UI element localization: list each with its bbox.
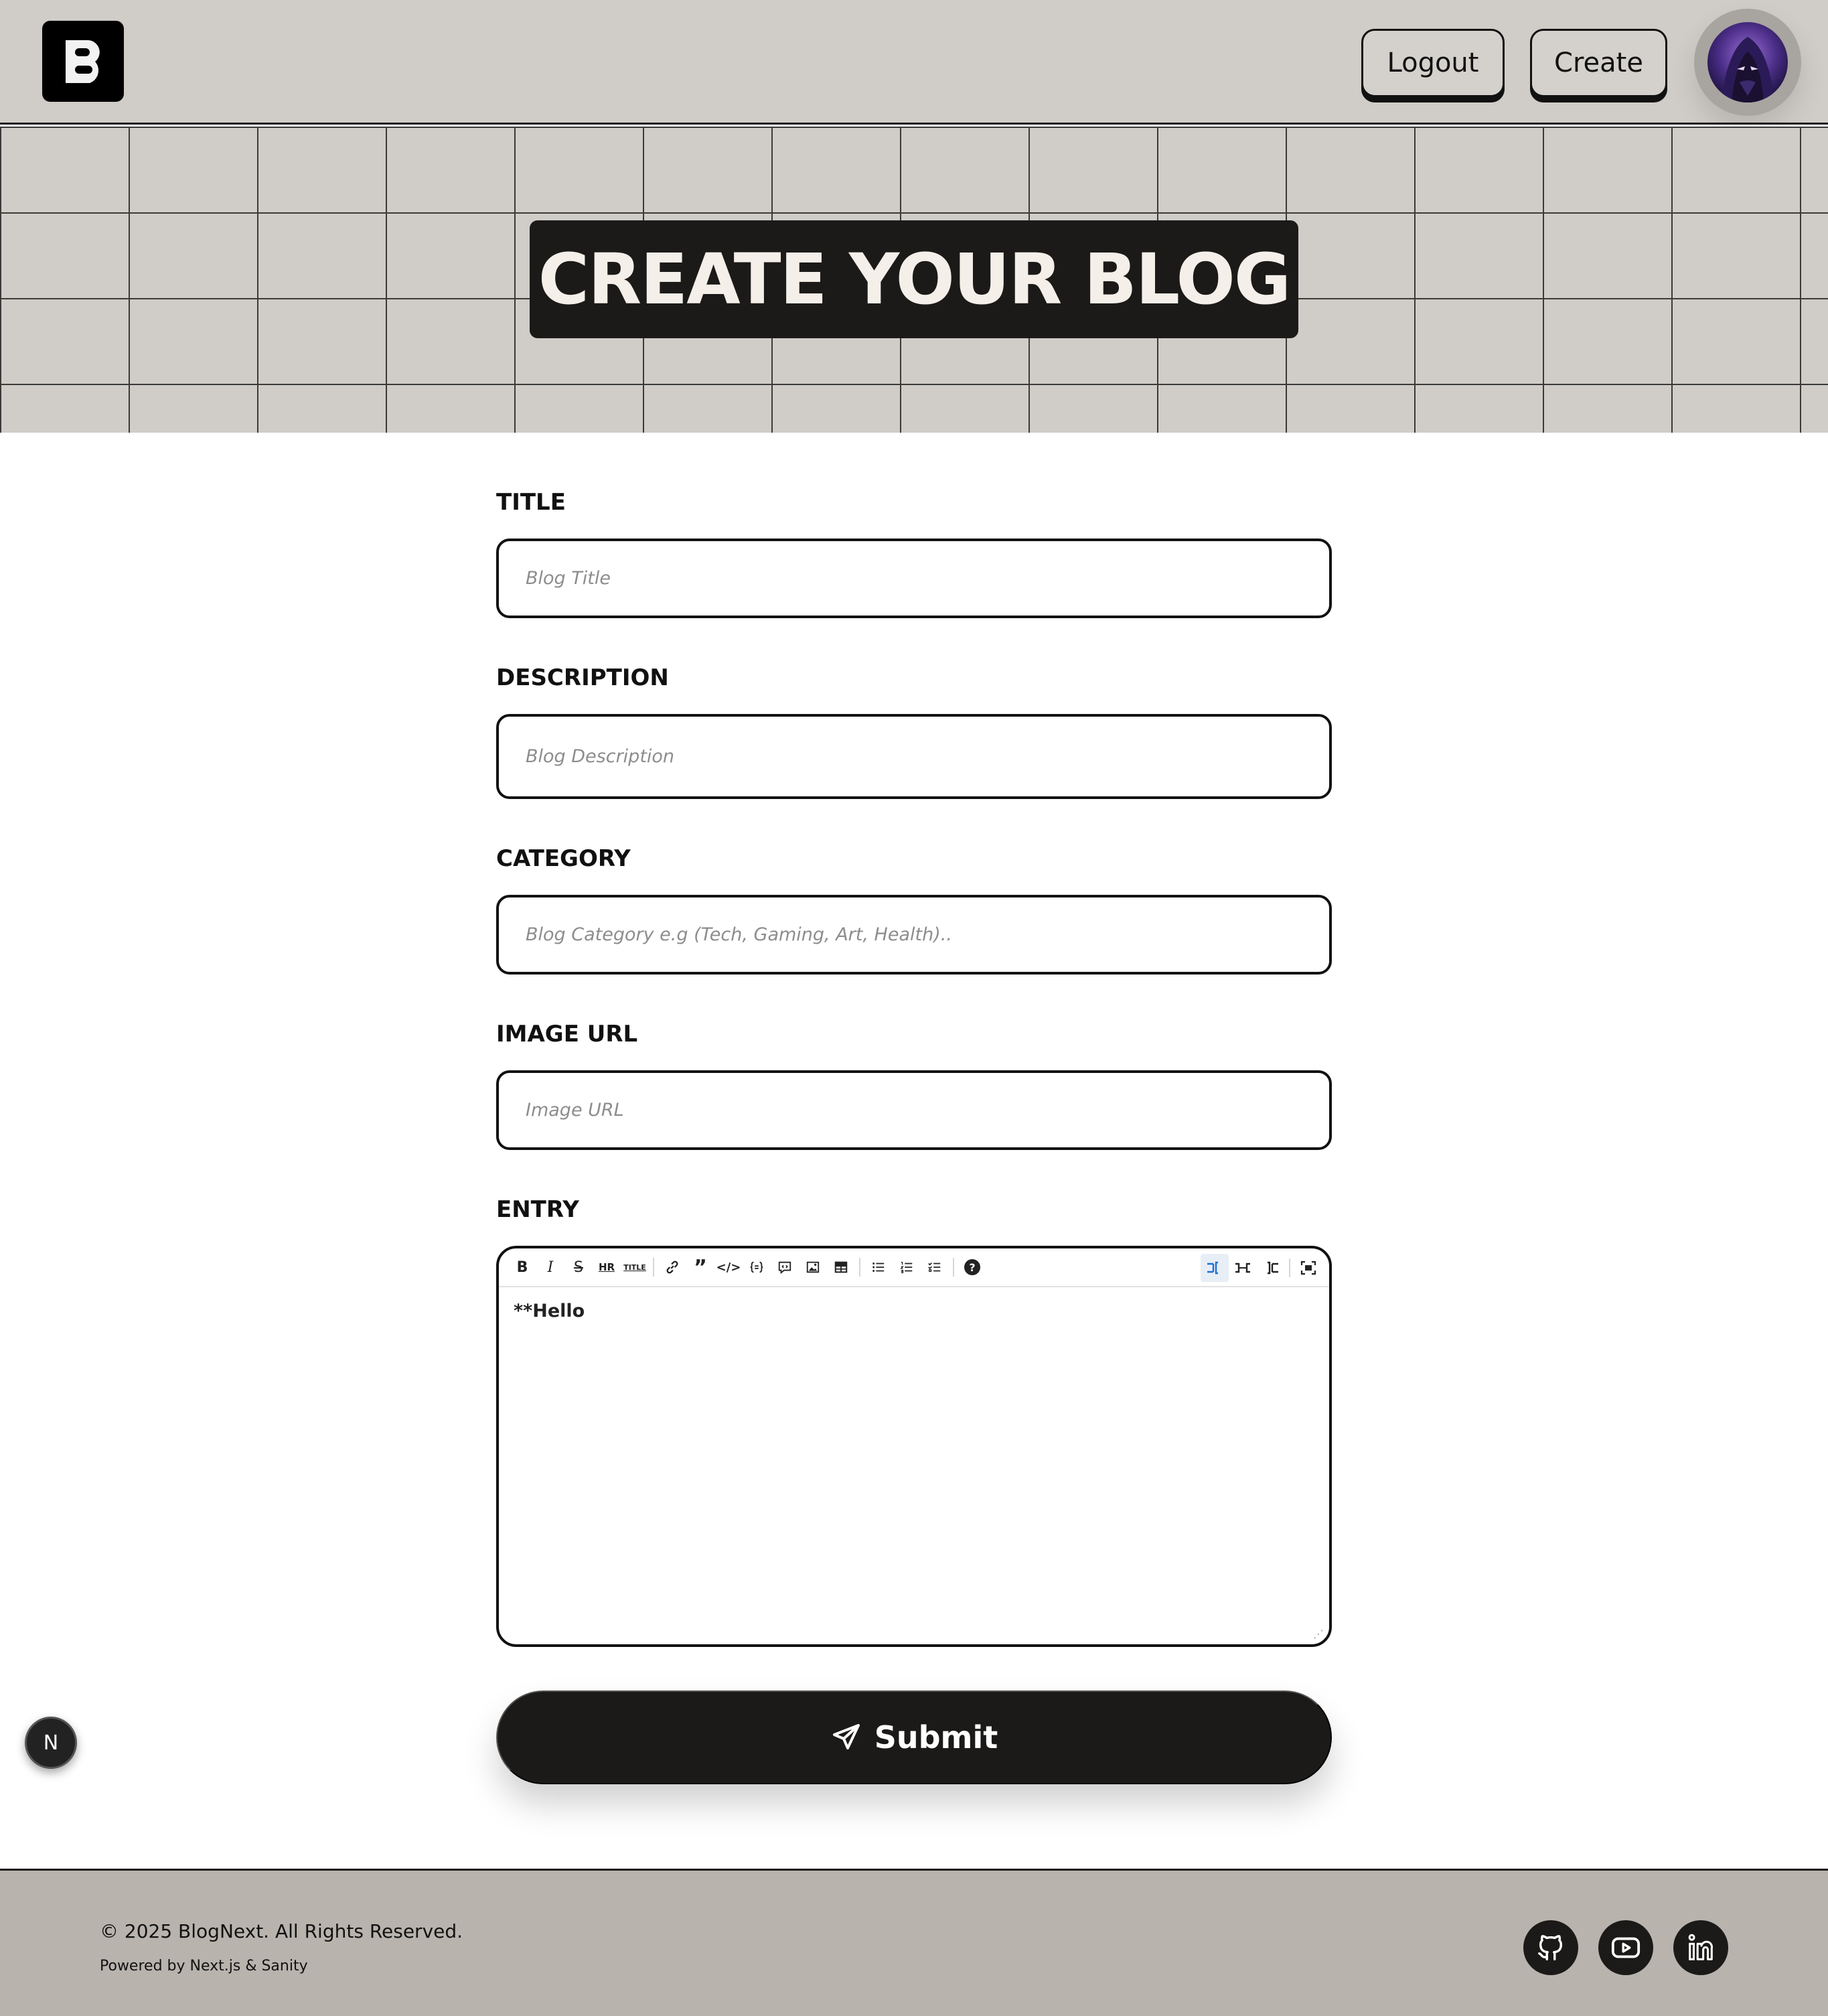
powered-by-text: Powered by Next.js & Sanity: [100, 1958, 308, 1974]
fullscreen-icon[interactable]: [1294, 1254, 1322, 1282]
linkedin-icon[interactable]: [1673, 1920, 1728, 1975]
hero-title-box: CREATE YOUR BLOG: [530, 220, 1298, 338]
horizontal-rule-button[interactable]: HR: [593, 1253, 621, 1281]
title-label: TITLE: [496, 489, 566, 516]
editor-toolbar: B I S HR TITLE ” </> ?: [499, 1248, 1329, 1287]
toolbar-divider: [1289, 1258, 1290, 1277]
page-title: CREATE YOUR BLOG: [538, 238, 1291, 320]
unordered-list-icon[interactable]: [864, 1253, 893, 1281]
category-input[interactable]: [496, 895, 1332, 975]
create-button[interactable]: Create: [1530, 29, 1667, 97]
toolbar-divider: [859, 1258, 860, 1277]
title-input[interactable]: [496, 538, 1332, 618]
edit-mode-icon[interactable]: [1201, 1254, 1229, 1282]
submit-button[interactable]: Submit: [496, 1690, 1332, 1784]
footer: © 2025 BlogNext. All Rights Reserved. Po…: [0, 1869, 1828, 2016]
image-icon[interactable]: [799, 1253, 827, 1281]
avatar[interactable]: [1694, 9, 1801, 116]
description-label: DESCRIPTION: [496, 664, 669, 691]
toolbar-divider: [653, 1258, 654, 1277]
nextjs-dev-badge-icon[interactable]: N: [25, 1717, 77, 1769]
github-icon[interactable]: [1523, 1920, 1578, 1975]
checklist-icon[interactable]: [921, 1253, 949, 1281]
description-input[interactable]: [496, 714, 1332, 799]
table-icon[interactable]: [827, 1253, 855, 1281]
navbar: Logout Create: [0, 0, 1828, 125]
italic-button[interactable]: I: [536, 1253, 564, 1281]
quote-icon[interactable]: ”: [686, 1253, 714, 1281]
entry-label: ENTRY: [496, 1196, 579, 1223]
submit-label: Submit: [874, 1719, 998, 1755]
category-label: CATEGORY: [496, 845, 631, 872]
editor-view-controls: [1201, 1254, 1322, 1282]
youtube-icon[interactable]: [1598, 1920, 1653, 1975]
resize-handle-icon[interactable]: ⋰: [1313, 1628, 1324, 1640]
strikethrough-button[interactable]: S: [564, 1253, 593, 1281]
help-icon[interactable]: ?: [958, 1253, 986, 1281]
comment-icon[interactable]: [771, 1253, 799, 1281]
link-icon[interactable]: [658, 1253, 686, 1281]
bold-button[interactable]: B: [508, 1253, 536, 1281]
ordered-list-icon[interactable]: [893, 1253, 921, 1281]
blogger-logo-icon[interactable]: [42, 21, 124, 102]
code-block-icon[interactable]: [743, 1253, 771, 1281]
toolbar-divider: [953, 1258, 954, 1277]
image-url-label: IMAGE URL: [496, 1021, 638, 1048]
preview-mode-icon[interactable]: [1257, 1254, 1285, 1282]
live-mode-icon[interactable]: [1229, 1254, 1257, 1282]
send-icon: [832, 1724, 860, 1749]
help-glyph: ?: [964, 1259, 980, 1275]
markdown-editor[interactable]: B I S HR TITLE ” </> ? **Hello ⋰: [496, 1246, 1332, 1647]
code-button[interactable]: </>: [714, 1253, 743, 1281]
editor-text-area[interactable]: **Hello: [514, 1301, 585, 1321]
avatar-image: [1707, 22, 1788, 102]
image-url-input[interactable]: [496, 1070, 1332, 1150]
logout-button[interactable]: Logout: [1361, 29, 1505, 97]
copyright-text: © 2025 BlogNext. All Rights Reserved.: [100, 1920, 463, 1942]
heading-button[interactable]: TITLE: [621, 1253, 649, 1281]
